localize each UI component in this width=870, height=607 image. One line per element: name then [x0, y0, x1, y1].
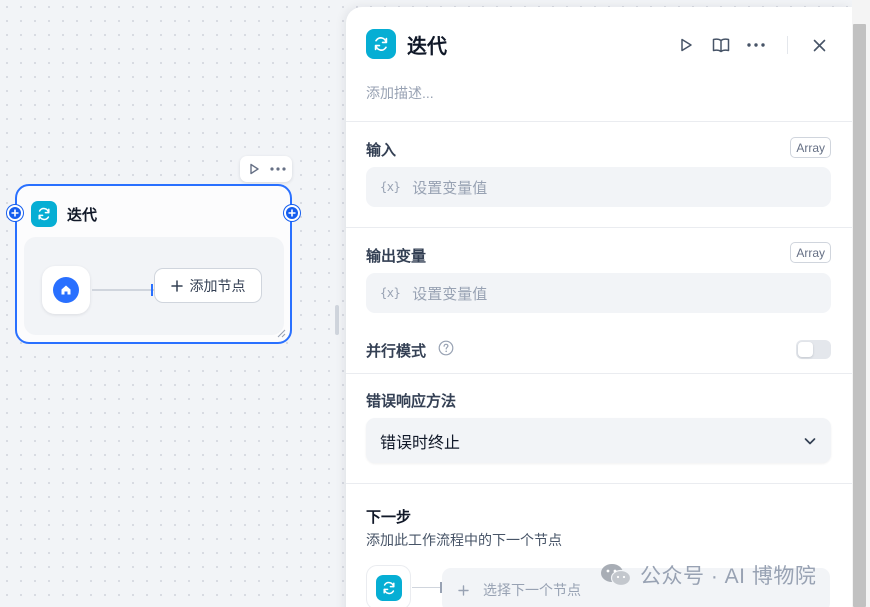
output-variable-placeholder: 设置变量值: [412, 285, 488, 303]
divider: [346, 483, 852, 484]
add-output-handle-plus-icon[interactable]: [284, 205, 300, 221]
plus-icon: [170, 279, 183, 292]
iteration-body: 添加节点: [24, 237, 284, 335]
input-type-badge: Array: [790, 137, 831, 158]
panel-resize-handle[interactable]: [335, 305, 339, 335]
error-handling-label: 错误响应方法: [366, 393, 457, 410]
panel-header: 迭代: [366, 29, 447, 59]
edge-line: [92, 289, 154, 291]
node-mini-toolbar: [240, 156, 292, 182]
run-node-icon[interactable]: [244, 159, 264, 179]
panel-actions: [674, 33, 831, 57]
action-divider: [787, 36, 788, 54]
parallel-mode-label: 并行模式: [366, 343, 427, 360]
watermark: 公众号 · AI 博物院: [600, 560, 816, 590]
description-input[interactable]: 添加描述...: [366, 83, 434, 103]
scrollbar-thumb[interactable]: [853, 24, 866, 607]
panel-title[interactable]: 迭代: [407, 30, 447, 59]
divider: [346, 227, 852, 228]
iteration-loop-icon: [31, 201, 57, 227]
iteration-start-node[interactable]: [42, 266, 90, 314]
iteration-loop-icon: [366, 29, 396, 59]
input-variable-placeholder: 设置变量值: [412, 179, 488, 197]
more-options-icon[interactable]: [268, 159, 288, 179]
question-circle-icon[interactable]: [438, 340, 454, 356]
current-node-chip: [366, 565, 411, 607]
select-next-node-placeholder: 选择下一个节点: [483, 582, 581, 598]
error-handling-value: 错误时终止: [380, 434, 461, 452]
next-step-title: 下一步: [366, 509, 412, 526]
wechat-icon: [601, 564, 632, 587]
add-input-handle-plus-icon[interactable]: [7, 205, 23, 221]
parallel-mode-toggle[interactable]: [796, 340, 831, 359]
home-icon: [53, 277, 79, 303]
divider: [346, 373, 852, 374]
next-edge-line: [412, 587, 442, 588]
output-type-badge: Array: [790, 242, 831, 263]
close-icon[interactable]: [807, 33, 831, 57]
output-label: 输出变量: [366, 248, 427, 265]
divider: [346, 121, 852, 122]
chevron-down-icon: [804, 437, 816, 444]
play-icon[interactable]: [674, 33, 698, 57]
output-variable-field[interactable]: {x} 设置变量值: [366, 273, 831, 313]
book-icon[interactable]: [709, 33, 733, 57]
error-handling-select[interactable]: 错误时终止: [366, 418, 831, 463]
ellipsis-icon[interactable]: [744, 33, 768, 57]
variable-icon: {x}: [380, 180, 401, 194]
resize-grip-icon[interactable]: [277, 329, 286, 338]
input-label: 输入: [366, 142, 397, 159]
next-step-description: 添加此工作流程中的下一个节点: [366, 532, 562, 548]
iteration-loop-icon: [375, 574, 402, 601]
add-node-label: 添加节点: [189, 277, 246, 294]
node-header: 迭代: [31, 201, 97, 227]
input-variable-field[interactable]: {x} 设置变量值: [366, 167, 831, 207]
variable-icon: {x}: [380, 286, 401, 300]
toggle-knob: [798, 342, 813, 357]
plus-icon: [458, 584, 469, 596]
node-title: 迭代: [67, 206, 98, 224]
iteration-node[interactable]: 迭代 添加节点: [7, 184, 300, 344]
watermark-text: 公众号 · AI 博物院: [640, 565, 817, 588]
add-node-button[interactable]: 添加节点: [154, 268, 262, 303]
node-config-panel: 迭代 添加描述... 输入 Array {x} 设置变量值 输出变量 Array…: [346, 7, 852, 607]
edge-handle: [151, 284, 153, 296]
